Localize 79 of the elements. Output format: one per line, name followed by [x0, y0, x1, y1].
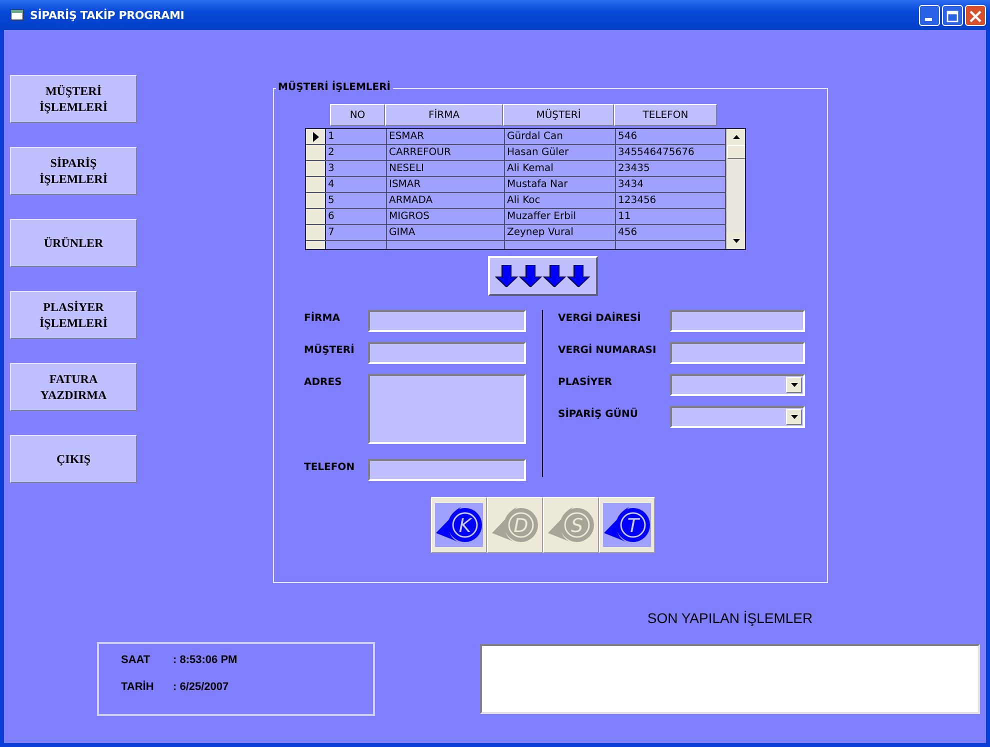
table-cell: Gürdal Can [505, 129, 616, 144]
clock-label: SAAT [121, 654, 152, 666]
field-label: PLASİYER [558, 374, 614, 388]
table-cell: 7 [326, 225, 387, 240]
table-cell: 6 [326, 209, 387, 224]
minimize-button[interactable] [919, 4, 940, 26]
row-selector[interactable] [306, 145, 326, 160]
table-cell: 4 [326, 177, 387, 192]
table-cell: Ali Koc [505, 193, 616, 208]
close-button[interactable] [965, 4, 986, 26]
maximize-button[interactable] [942, 4, 963, 26]
field-label: FİRMA [304, 310, 341, 324]
group-title: MÜŞTERİ İŞLEMLERİ [277, 82, 392, 94]
input-field[interactable] [670, 342, 805, 364]
field-label: SİPARİŞ GÜNÜ [558, 406, 639, 420]
clock-value: : 6/25/2007 [173, 681, 229, 693]
transfer-button[interactable] [488, 256, 598, 296]
input-field[interactable] [670, 310, 805, 332]
row-selector[interactable] [306, 209, 326, 224]
clock-label: TARİH [121, 681, 155, 693]
table-cell: ARMADA [387, 193, 505, 208]
table-cell: Ali Kemal [505, 161, 616, 176]
down-arrow-icon [733, 239, 740, 243]
column-header[interactable]: MÜŞTERİ [503, 104, 614, 126]
table-cell: 2 [326, 145, 387, 160]
table-cell: ESMAR [387, 129, 505, 144]
table-cell: Hasan Güler [505, 145, 616, 160]
field-label: ADRES [304, 376, 343, 388]
field-label: MÜŞTERİ [304, 342, 356, 356]
table-cell: Zeynep Vural [505, 225, 616, 240]
dropdown-arrow-icon [790, 415, 798, 419]
table-cell: ISMAR [387, 177, 505, 192]
table-cell: 1 [326, 129, 387, 144]
action-button[interactable]: T [599, 497, 655, 553]
table-cell: 3 [326, 161, 387, 176]
column-header[interactable]: FİRMA [385, 104, 503, 126]
window-title: SİPARİŞ TAKİP PROGRAMI [30, 8, 184, 22]
minimize-icon [925, 18, 932, 20]
scroll-thumb[interactable] [727, 145, 745, 159]
scrollbar[interactable] [726, 129, 745, 249]
down-arrows-icon [495, 265, 591, 287]
row-selector[interactable] [306, 177, 326, 192]
table-cell: NESELI [387, 161, 505, 176]
data-grid[interactable] [305, 104, 746, 250]
recent-actions-list[interactable] [480, 644, 980, 714]
input-field[interactable] [368, 310, 526, 332]
pointer-icon [312, 132, 318, 142]
dropdown-field[interactable] [670, 374, 805, 396]
menu-button[interactable]: ÇIKIŞ [10, 435, 137, 483]
menu-button[interactable]: ÜRÜNLER [10, 219, 137, 267]
action-button[interactable]: K [431, 497, 487, 553]
table-cell: MIGROS [387, 209, 505, 224]
app-icon [10, 9, 24, 21]
column-header[interactable]: NO [330, 104, 385, 126]
row-selector[interactable] [306, 225, 326, 240]
menu-button[interactable]: MÜŞTERİ İŞLEMLERİ [10, 75, 137, 123]
table-cell: CARREFOUR [387, 145, 505, 160]
menu-button[interactable]: PLASİYER İŞLEMLERİ [10, 291, 137, 339]
input-field[interactable] [368, 459, 526, 481]
up-arrow-icon [733, 135, 740, 139]
row-selector[interactable] [306, 129, 326, 144]
table-cell: Mustafa Nar [505, 177, 616, 192]
dropdown-arrow-icon [790, 383, 798, 387]
clock-value: : 8:53:06 PM [173, 654, 238, 666]
dropdown-field[interactable] [670, 406, 805, 428]
row-selector[interactable] [306, 193, 326, 208]
menu-button[interactable]: FATURA YAZDIRMA [10, 363, 137, 411]
table-cell: GIMA [387, 225, 505, 240]
address-field[interactable] [368, 374, 526, 444]
field-label: VERGİ DAİRESİ [558, 310, 642, 324]
field-label: TELEFON [304, 461, 356, 473]
column-header[interactable]: TELEFON [614, 104, 717, 126]
input-field[interactable] [368, 342, 526, 364]
recent-actions-title: SON YAPILAN İŞLEMLER [647, 610, 813, 626]
menu-button[interactable]: SİPARİŞ İŞLEMLERİ [10, 147, 137, 195]
table-cell: Muzaffer Erbil [505, 209, 616, 224]
row-selector[interactable] [306, 161, 326, 176]
table-cell: 5 [326, 193, 387, 208]
field-label: VERGİ NUMARASI [558, 342, 658, 356]
